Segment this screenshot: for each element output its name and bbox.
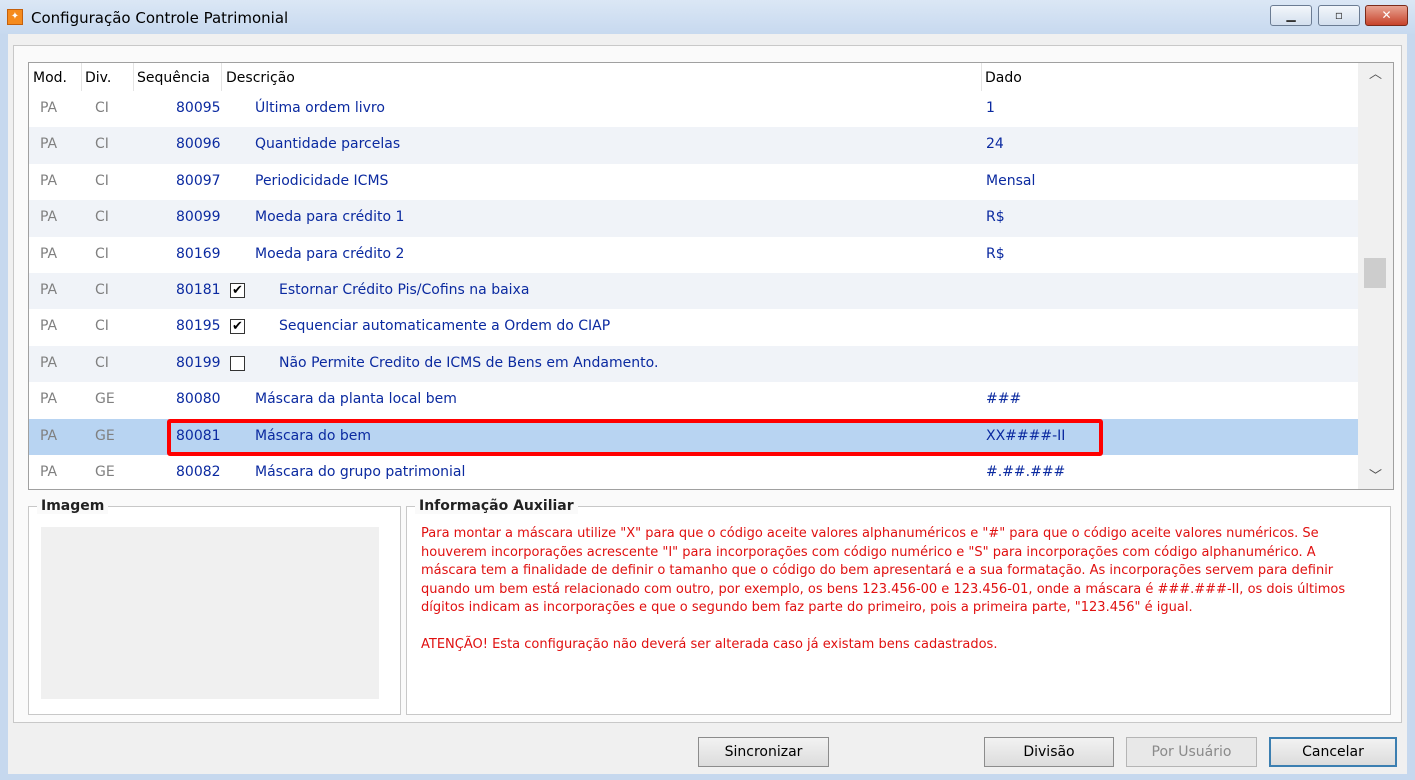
- table-row[interactable]: PA CI 80095 Última ordem livro 1: [29, 91, 1358, 127]
- info-groupbox-title: Informação Auxiliar: [415, 498, 578, 514]
- cell-desc: Quantidade parcelas: [255, 136, 401, 153]
- table-row[interactable]: PA GE 80082 Máscara do grupo patrimonial #.#…: [29, 455, 1358, 489]
- table-row[interactable]: PA CI 80096 Quantidade parcelas 24: [29, 127, 1358, 164]
- cell-dado[interactable]: Mensal: [986, 173, 1035, 189]
- grid-rows: PA CI 80095 Última ordem livro 1 PA CI 80096 Qua…: [29, 91, 1358, 489]
- cell-seq: 80082: [176, 463, 221, 480]
- row-checkbox[interactable]: ✔: [230, 319, 245, 335]
- cell-seq: 80169: [176, 245, 221, 262]
- cell-desc: Sequenciar automaticamente a Ordem do CI…: [279, 318, 611, 335]
- column-header-div[interactable]: Div.: [85, 70, 111, 86]
- cell-seq: 80095: [176, 100, 221, 116]
- table-row[interactable]: PA CI 80195 ✔ Sequenciar automaticamente a O…: [29, 309, 1358, 345]
- cell-div: CI: [95, 318, 109, 335]
- cell-div: GE: [95, 391, 115, 408]
- cell-mod: PA: [40, 209, 58, 226]
- cell-mod: PA: [40, 172, 58, 189]
- table-row[interactable]: PA GE 80080 Máscara da planta local bem ###: [29, 382, 1358, 418]
- divisao-button[interactable]: Divisão: [984, 737, 1114, 767]
- cell-seq: 80080: [176, 391, 221, 408]
- por-usuario-button[interactable]: Por Usuário: [1126, 737, 1257, 767]
- close-button[interactable]: ✕: [1365, 5, 1408, 26]
- column-header-dado[interactable]: Dado: [985, 70, 1022, 86]
- cell-div: GE: [95, 463, 115, 480]
- cell-mod: PA: [40, 463, 58, 480]
- table-row[interactable]: PA GE 80081 Máscara do bem XX####-II: [29, 418, 1358, 455]
- scroll-up-icon[interactable]: ︿: [1358, 63, 1393, 87]
- config-grid: Mod. Div. Sequência Descrição Dado PA CI 8…: [28, 62, 1394, 490]
- cell-seq: 80195: [176, 318, 221, 335]
- image-groupbox: Imagem: [28, 498, 401, 715]
- app-icon[interactable]: ✦: [7, 9, 23, 25]
- cell-div: CI: [95, 172, 109, 189]
- image-groupbox-title: Imagem: [37, 498, 109, 514]
- cell-desc: Periodicidade ICMS: [255, 172, 389, 189]
- image-area: [41, 527, 379, 699]
- grid-header: Mod. Div. Sequência Descrição Dado: [29, 63, 1358, 91]
- cell-desc: Máscara da planta local bem: [255, 391, 457, 408]
- cell-div: GE: [95, 427, 115, 444]
- window-title: Configuração Controle Patrimonial: [31, 9, 289, 27]
- column-header-seq[interactable]: Sequência: [137, 70, 210, 86]
- row-checkbox[interactable]: [230, 355, 245, 371]
- row-checkbox[interactable]: ✔: [230, 282, 245, 298]
- info-text: Para montar a máscara utilize "X" para q…: [421, 525, 1371, 672]
- table-row[interactable]: PA CI 80099 Moeda para crédito 1 R$: [29, 200, 1358, 237]
- cell-seq: 80099: [176, 209, 221, 226]
- cell-mod: PA: [40, 318, 58, 335]
- vertical-scrollbar[interactable]: ︿ ﹀: [1358, 63, 1393, 489]
- cell-div: CI: [95, 281, 109, 298]
- table-row[interactable]: PA CI 80199 Não Permite Credito de ICMS de …: [29, 345, 1358, 383]
- table-row[interactable]: PA CI 80169 Moeda para crédito 2 R$: [29, 237, 1358, 273]
- sync-button[interactable]: Sincronizar: [698, 737, 829, 767]
- cell-seq: 80181: [176, 281, 221, 298]
- cell-desc: Máscara do grupo patrimonial: [255, 463, 466, 480]
- scroll-down-icon[interactable]: ﹀: [1358, 465, 1393, 489]
- cell-dado[interactable]: #.##.###: [986, 464, 1065, 480]
- info-paragraph: Para montar a máscara utilize "X" para q…: [421, 526, 1346, 615]
- cell-dado[interactable]: R$: [986, 246, 1005, 262]
- cell-dado[interactable]: XX####-II: [986, 428, 1065, 444]
- cell-dado[interactable]: ###: [986, 391, 1021, 407]
- column-header-mod[interactable]: Mod.: [33, 70, 67, 86]
- cell-mod: PA: [40, 100, 58, 116]
- table-row[interactable]: PA CI 80181 ✔ Estornar Crédito Pis/Cofins na…: [29, 272, 1358, 310]
- maximize-button[interactable]: ▫: [1318, 5, 1360, 26]
- cell-desc: Última ordem livro: [255, 100, 385, 116]
- table-row[interactable]: PA CI 80097 Periodicidade ICMS Mensal: [29, 164, 1358, 200]
- cell-div: CI: [95, 209, 109, 226]
- info-groupbox: Informação Auxiliar Para montar a máscar…: [406, 498, 1391, 715]
- cell-mod: PA: [40, 245, 58, 262]
- cell-dado[interactable]: 1: [986, 100, 995, 116]
- cell-desc: Moeda para crédito 1: [255, 209, 405, 226]
- cell-mod: PA: [40, 136, 58, 153]
- cell-dado[interactable]: 24: [986, 136, 1004, 152]
- scroll-thumb[interactable]: [1364, 258, 1386, 288]
- cancel-button[interactable]: Cancelar: [1269, 737, 1397, 767]
- column-header-desc[interactable]: Descrição: [226, 70, 295, 86]
- cell-mod: PA: [40, 427, 58, 444]
- cell-desc: Estornar Crédito Pis/Cofins na baixa: [279, 281, 530, 298]
- title-bar: ✦ Configuração Controle Patrimonial ▁ ▫ …: [0, 0, 1415, 34]
- minimize-button[interactable]: ▁: [1270, 5, 1312, 26]
- cell-seq: 80081: [176, 427, 221, 444]
- cell-mod: PA: [40, 391, 58, 408]
- cell-seq: 80199: [176, 354, 221, 371]
- cell-div: CI: [95, 100, 109, 116]
- cell-desc: Não Permite Credito de ICMS de Bens em A…: [279, 354, 659, 371]
- warning-paragraph: ATENÇÃO! Esta configuração não deverá se…: [421, 636, 998, 652]
- cell-dado[interactable]: R$: [986, 209, 1005, 225]
- cell-div: CI: [95, 354, 109, 371]
- cell-seq: 80097: [176, 172, 221, 189]
- cell-div: CI: [95, 136, 109, 153]
- cell-mod: PA: [40, 281, 58, 298]
- cell-seq: 80096: [176, 136, 221, 153]
- cell-desc: Moeda para crédito 2: [255, 245, 405, 262]
- cell-div: CI: [95, 245, 109, 262]
- cell-mod: PA: [40, 354, 58, 371]
- cell-desc: Máscara do bem: [255, 427, 372, 444]
- dialog-body: Mod. Div. Sequência Descrição Dado PA CI 8…: [8, 34, 1407, 774]
